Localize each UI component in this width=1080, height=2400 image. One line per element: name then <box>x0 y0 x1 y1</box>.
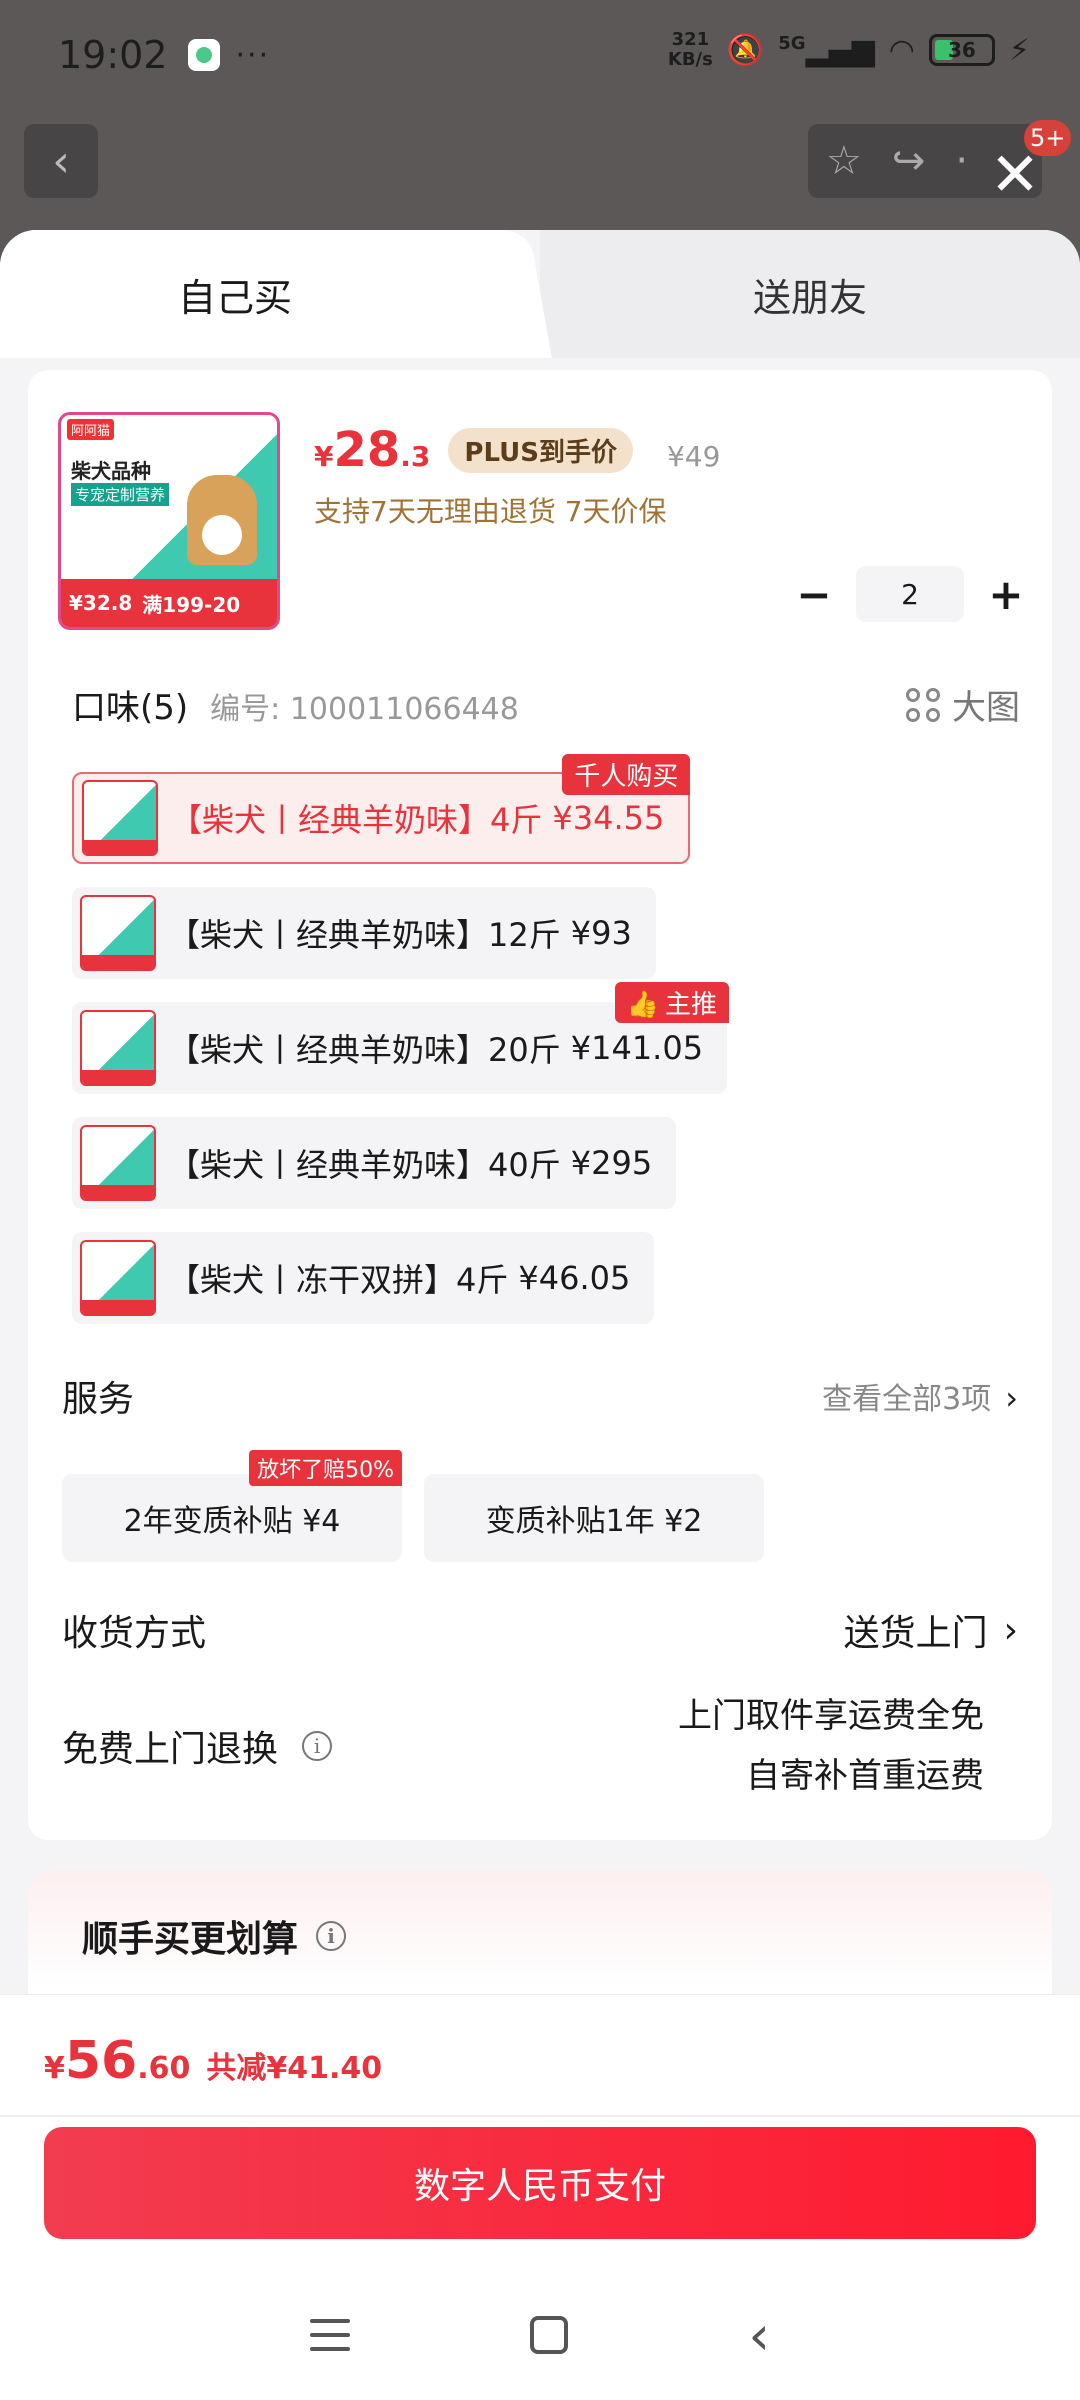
product-image-subtitle: 专宠定制营养 <box>71 483 170 506</box>
close-icon[interactable]: ✕ <box>980 140 1050 210</box>
original-price: ¥49 <box>666 440 721 473</box>
quantity-value[interactable]: 2 <box>856 566 964 622</box>
mute-icon: 🔕 <box>726 32 765 68</box>
dog-illustration <box>187 475 257 565</box>
flavor-option[interactable]: 【柴犬丨经典羊奶味】20斤 ¥141.05 👍 主推 <box>72 982 730 1094</box>
shipping-method-row[interactable]: 收货方式 送货上门 › <box>62 1604 1018 1656</box>
flavor-title: 口味(5) <box>72 688 189 728</box>
wifi-icon: ◠ <box>888 32 915 68</box>
flavor-option[interactable]: 【柴犬丨经典羊奶味】4斤 ¥34.55 千人购买 <box>72 754 691 864</box>
favorite-icon: ☆ <box>826 138 862 184</box>
status-bar: 19:02 ··· 321 KB/s 🔕 5G▂▄▆ ◠ 36 ⚡ <box>0 0 1080 110</box>
price-integer: 28 <box>333 422 401 478</box>
option-thumbnail <box>80 895 156 971</box>
menu-icon[interactable] <box>310 2319 351 2351</box>
service-header: 服务 查看全部3项 › <box>62 1370 1018 1422</box>
divider <box>0 2115 1080 2117</box>
service-option[interactable]: 2年变质补贴 ¥4 放坏了赔50% <box>62 1450 402 1562</box>
plus-price-badge: PLUS到手价 <box>448 427 633 473</box>
tab-buy-self[interactable]: 自己买 <box>0 230 560 358</box>
view-all-services-link[interactable]: 查看全部3项 › <box>822 1374 1018 1418</box>
thumbs-up-icon: 👍 <box>626 990 660 1020</box>
price-currency: ¥ <box>314 440 334 473</box>
share-icon: ↪ <box>891 138 926 184</box>
tab-bar: 送朋友 自己买 <box>0 230 1080 358</box>
bundle-title: 顺手买更划算 <box>82 1919 299 1960</box>
shipping-title: 收货方式 <box>62 1613 207 1654</box>
option-thumbnail <box>80 1010 156 1086</box>
digital-rmb-pay-button[interactable]: 数字人民币支付 <box>44 2127 1036 2239</box>
shipping-value: 送货上门 <box>843 1613 988 1654</box>
chevron-right-icon: › <box>1005 1379 1018 1417</box>
network-speed: 321 KB/s <box>667 29 713 70</box>
more-icon: · <box>955 138 969 184</box>
flavor-option[interactable]: 【柴犬丨冻干双拼】4斤 ¥46.05 <box>72 1232 655 1324</box>
app-notification-icon <box>187 39 220 71</box>
more-notifications-icon: ··· <box>235 37 271 73</box>
product-code: 编号: 100011066448 <box>210 692 519 727</box>
tab-gift-friend[interactable]: 送朋友 <box>540 230 1080 358</box>
flavor-option[interactable]: 【柴犬丨经典羊奶味】12斤 ¥93 <box>72 887 656 979</box>
increase-quantity-button[interactable]: + <box>976 566 1036 622</box>
flavor-options: 【柴犬丨经典羊奶味】4斤 ¥34.55 千人购买 【柴犬丨经典羊奶味】12斤 ¥… <box>72 754 730 1347</box>
grid-view-icon <box>906 687 940 722</box>
chevron-right-icon: › <box>1003 1609 1018 1651</box>
free-return-row: 免费上门退换 i 上门取件享运费全免 自寄补首重运费 <box>62 1686 1018 1806</box>
free-return-details: 上门取件享运费全免 自寄补首重运费 <box>678 1696 984 1796</box>
decrease-quantity-button[interactable]: − <box>784 566 844 622</box>
option-tag: 👍 主推 <box>614 982 730 1023</box>
price-row: ¥ 28 .3 PLUS到手价 ¥49 <box>314 422 720 478</box>
battery-icon: 36 <box>928 34 995 66</box>
info-icon[interactable]: i <box>302 1731 333 1761</box>
status-time: 19:02 <box>58 33 168 77</box>
price-decimal: .3 <box>400 440 431 473</box>
service-options: 2年变质补贴 ¥4 放坏了赔50% 变质补贴1年 ¥2 <box>62 1450 764 1562</box>
back-icon[interactable]: ‹ <box>748 2304 770 2367</box>
system-nav-bar: ‹ <box>0 2280 1080 2390</box>
sku-card: 阿阿猫 柴犬品种 专宠定制营养 ¥32.8 满199-20 ¥ 28 .3 PL… <box>28 370 1052 1840</box>
product-image-brand: 阿阿猫 <box>67 419 115 440</box>
option-thumbnail <box>80 1240 156 1316</box>
status-icons: 321 KB/s 🔕 5G▂▄▆ ◠ 36 ⚡ <box>668 30 1030 70</box>
free-return-title: 免费上门退换 <box>62 1729 279 1770</box>
return-policy-note: 支持7天无理由退货 7天价保 <box>314 495 667 528</box>
option-thumbnail <box>82 780 158 856</box>
home-icon[interactable] <box>530 2316 569 2354</box>
service-option[interactable]: 变质补贴1年 ¥2 <box>424 1474 764 1562</box>
product-image-promo: ¥32.8 满199-20 <box>61 579 277 627</box>
service-tag: 放坏了赔50% <box>249 1450 402 1486</box>
total-price: ¥ 56 .60 共减¥41.40 <box>44 2031 383 2091</box>
option-tag: 千人购买 <box>562 754 691 795</box>
big-image-toggle[interactable]: 大图 <box>906 680 1020 729</box>
quantity-stepper: − 2 + <box>784 566 1036 622</box>
info-icon[interactable]: i <box>316 1921 347 1951</box>
service-title: 服务 <box>62 1379 135 1420</box>
product-image-title: 柴犬品种 <box>71 459 151 483</box>
option-thumbnail <box>80 1125 156 1201</box>
back-button: ‹ <box>24 124 98 198</box>
flavor-option[interactable]: 【柴犬丨经典羊奶味】40斤 ¥295 <box>72 1117 677 1209</box>
signal-icon: 5G▂▄▆ <box>778 32 875 68</box>
flavor-header: 口味(5) 编号: 100011066448 大图 <box>72 680 1032 729</box>
product-image[interactable]: 阿阿猫 柴犬品种 专宠定制营养 ¥32.8 满199-20 <box>58 412 280 630</box>
charging-icon: ⚡ <box>1008 32 1030 68</box>
total-saving: 共减¥41.40 <box>206 2051 383 2086</box>
